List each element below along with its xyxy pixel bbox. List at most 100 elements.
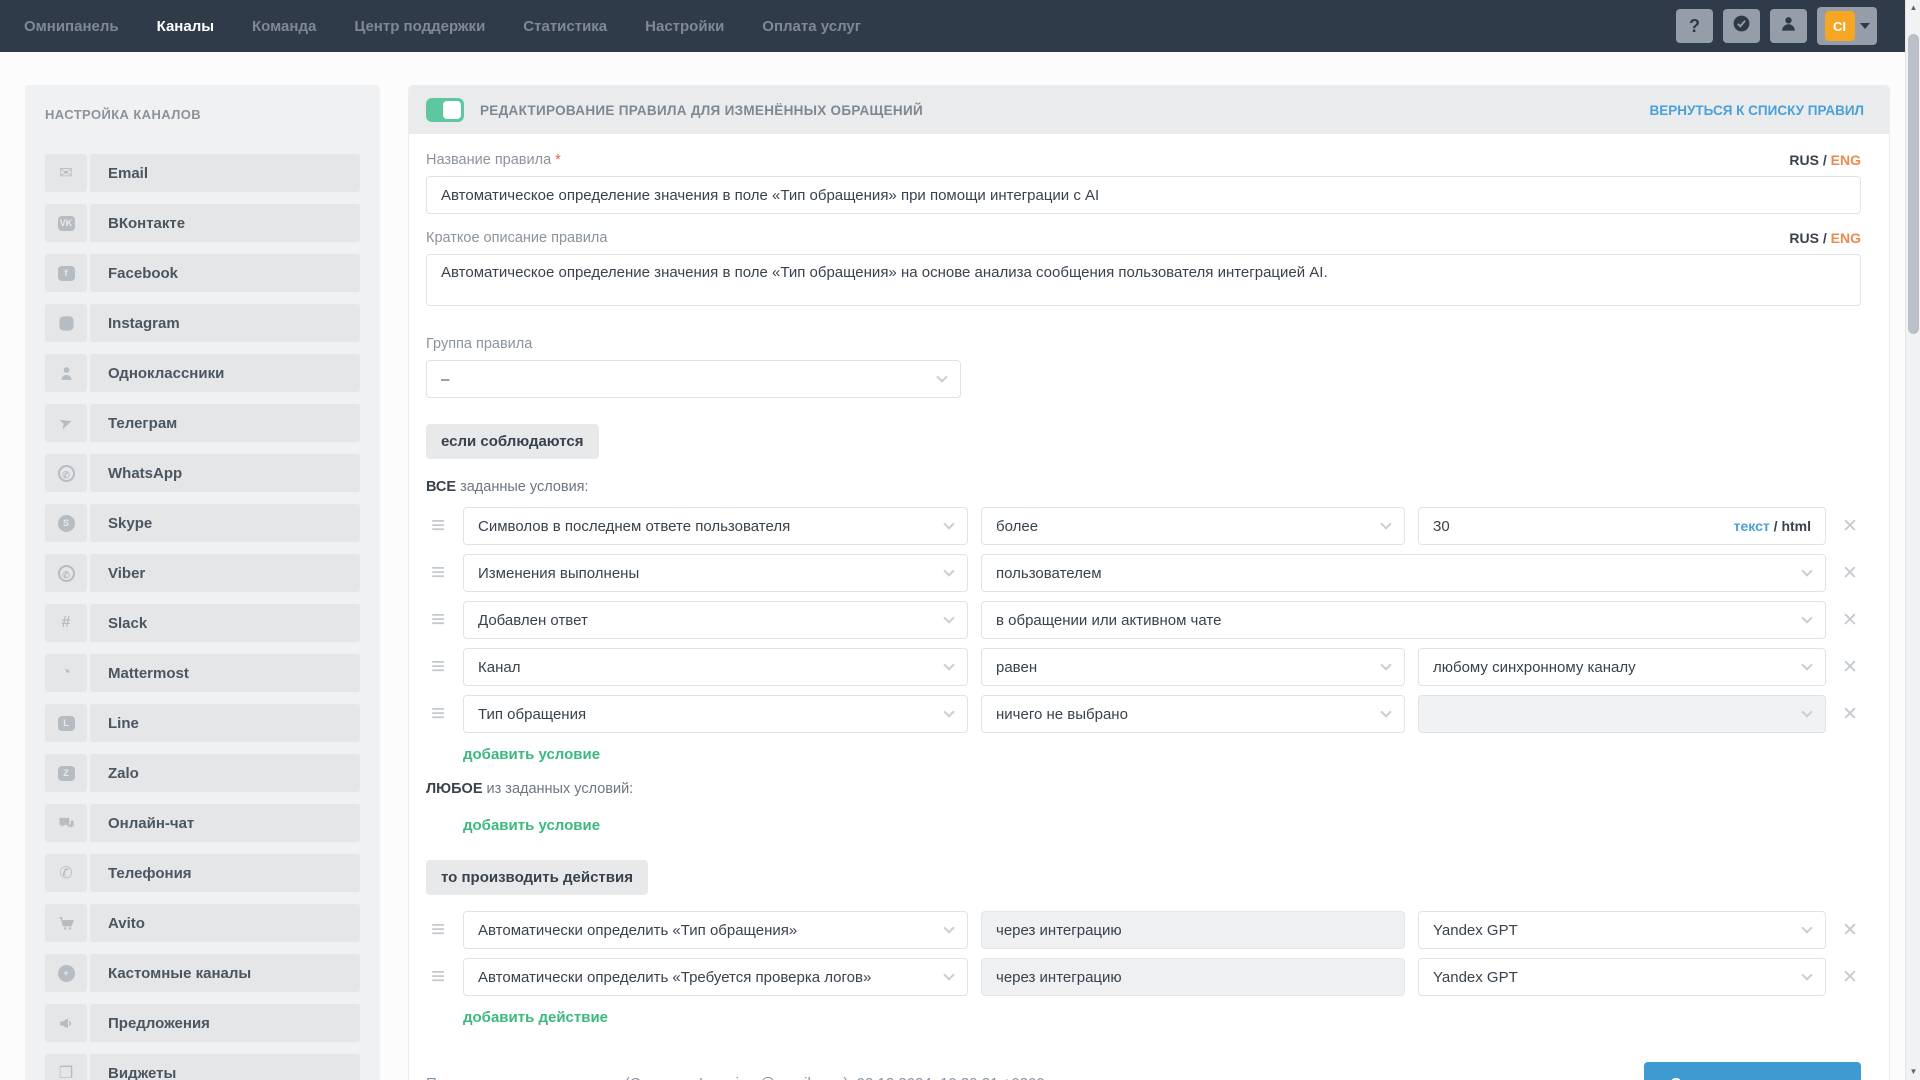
sidebar-item-zalo[interactable]: Z Zalo [45, 754, 360, 792]
lang-eng[interactable]: ENG [1831, 152, 1861, 168]
condition-operator-select[interactable]: в обращении или активном чате [981, 601, 1826, 639]
sidebar-item-facebook[interactable]: f Facebook [45, 254, 360, 292]
sidebar-item-widgets[interactable]: ❒ Виджеты [45, 1054, 360, 1080]
sidebar-item-whatsapp[interactable]: ✆ WhatsApp [45, 454, 360, 492]
rule-name-input[interactable]: Автоматическое определение значения в по… [426, 176, 1861, 214]
megaphone-icon [45, 1004, 87, 1042]
sidebar-item-telegram[interactable]: ➤ Телеграм [45, 404, 360, 442]
drag-handle-icon[interactable]: ≡ [426, 563, 450, 583]
drag-handle-icon[interactable]: ≡ [426, 516, 450, 536]
action-select[interactable]: Автоматически определить «Тип обращения» [463, 911, 968, 949]
sidebar-item-online-chat[interactable]: Онлайн-чат [45, 804, 360, 842]
remove-condition-button[interactable]: ✕ [1839, 515, 1861, 538]
help-button[interactable]: ? [1676, 9, 1713, 43]
channel-list: ✉ Email VK ВКонтакте f Facebook Instagra… [45, 154, 360, 1080]
nav-item-omnipanel[interactable]: Омнипанель [24, 18, 119, 35]
scroll-up-arrow[interactable]: ▲ [1906, 0, 1920, 16]
condition-field-select[interactable]: Добавлен ответ [463, 601, 968, 639]
condition-operator-select[interactable]: ничего не выбрано [981, 695, 1405, 733]
sidebar-item-odnoklassniki[interactable]: Одноклассники [45, 354, 360, 392]
condition-operator-select[interactable]: равен [981, 648, 1405, 686]
remove-action-button[interactable]: ✕ [1839, 966, 1861, 989]
cancel-link[interactable]: отменить [1546, 1075, 1616, 1080]
condition-operator-select[interactable]: пользователем [981, 554, 1826, 592]
sidebar-item-telephony[interactable]: ✆ Телефония [45, 854, 360, 892]
action-integration-select[interactable]: Yandex GPT [1418, 911, 1826, 949]
chevron-down-icon [1860, 23, 1870, 29]
scroll-down-arrow[interactable]: ▼ [1906, 1064, 1920, 1080]
condition-value-select[interactable]: любому синхронному каналу [1418, 648, 1826, 686]
rule-group-select[interactable]: – [426, 360, 961, 398]
remove-condition-button[interactable]: ✕ [1839, 656, 1861, 679]
condition-field-select[interactable]: Канал [463, 648, 968, 686]
sidebar-item-custom-channels[interactable]: + Кастомные каналы [45, 954, 360, 992]
viber-icon: ✆ [45, 554, 87, 592]
drag-handle-icon[interactable]: ≡ [426, 704, 450, 724]
chevron-down-icon [936, 371, 947, 382]
condition-field-select[interactable]: Тип обращения [463, 695, 968, 733]
remove-condition-button[interactable]: ✕ [1839, 609, 1861, 632]
verified-button[interactable] [1723, 9, 1760, 43]
rule-enabled-toggle[interactable] [426, 98, 464, 122]
nav-item-support-center[interactable]: Центр поддержки [354, 18, 485, 35]
scrollbar-thumb[interactable] [1908, 34, 1919, 334]
sidebar-item-label: Телефония [90, 854, 360, 892]
back-to-rules-link[interactable]: ВЕРНУТЬСЯ К СПИСКУ ПРАВИЛ [1649, 103, 1864, 118]
chevron-down-icon [1380, 659, 1391, 670]
drag-handle-icon[interactable]: ≡ [426, 920, 450, 940]
rule-description-input[interactable]: Автоматическое определение значения в по… [426, 254, 1861, 306]
remove-condition-button[interactable]: ✕ [1839, 562, 1861, 585]
user-button[interactable] [1770, 9, 1807, 43]
condition-field-select[interactable]: Изменения выполнены [463, 554, 968, 592]
sidebar-item-vkontakte[interactable]: VK ВКонтакте [45, 204, 360, 242]
sidebar-item-viber[interactable]: ✆ Viber [45, 554, 360, 592]
add-condition-link[interactable]: добавить условие [463, 746, 600, 763]
nav-item-settings[interactable]: Настройки [645, 18, 724, 35]
last-edited-text: Последнее редактирование (Carganov Ivan,… [426, 1075, 1045, 1080]
cart-icon [45, 904, 87, 942]
toggle-knob [443, 101, 461, 119]
sidebar-item-label: Viber [90, 554, 360, 592]
sidebar-item-skype[interactable]: S Skype [45, 504, 360, 542]
account-menu-button[interactable]: CI [1817, 7, 1877, 45]
nav-item-billing[interactable]: Оплата услуг [762, 18, 861, 35]
sidebar-item-line[interactable]: L Line [45, 704, 360, 742]
condition-row: ≡ Канал равен любому синхронному каналу … [426, 648, 1861, 686]
lang-eng[interactable]: ENG [1831, 230, 1861, 246]
condition-operator-select[interactable]: более [981, 507, 1405, 545]
remove-condition-button[interactable]: ✕ [1839, 703, 1861, 726]
condition-value-input[interactable]: 30текст / html [1418, 507, 1826, 545]
chevron-down-icon [1801, 706, 1812, 717]
action-method-field: через интеграцию [981, 911, 1405, 949]
zalo-icon: Z [45, 754, 87, 792]
page: Омнипанель Каналы Команда Центр поддержк… [0, 0, 1920, 1080]
mattermost-icon: ◔ [45, 654, 87, 692]
sidebar-item-avito[interactable]: Avito [45, 904, 360, 942]
sidebar-item-mattermost[interactable]: ◔ Mattermost [45, 654, 360, 692]
drag-handle-icon[interactable]: ≡ [426, 657, 450, 677]
save-button[interactable]: Сохранить изменения [1644, 1062, 1861, 1080]
add-condition-link[interactable]: добавить условие [463, 817, 600, 834]
nav-item-statistics[interactable]: Статистика [523, 18, 607, 35]
sidebar-item-label: Zalo [90, 754, 360, 792]
sidebar-item-label: Line [90, 704, 360, 742]
remove-action-button[interactable]: ✕ [1839, 919, 1861, 942]
sidebar-item-instagram[interactable]: Instagram [45, 304, 360, 342]
lang-rus[interactable]: RUS [1789, 230, 1819, 246]
value-mode-switch: текст / html [1734, 518, 1811, 534]
drag-handle-icon[interactable]: ≡ [426, 610, 450, 630]
sidebar-item-slack[interactable]: # Slack [45, 604, 360, 642]
action-select[interactable]: Автоматически определить «Требуется пров… [463, 958, 968, 996]
sidebar-item-email[interactable]: ✉ Email [45, 154, 360, 192]
add-action-link[interactable]: добавить действие [463, 1009, 608, 1026]
nav-item-channels[interactable]: Каналы [157, 18, 214, 35]
drag-handle-icon[interactable]: ≡ [426, 967, 450, 987]
sidebar-item-offers[interactable]: Предложения [45, 1004, 360, 1042]
text-mode-link[interactable]: текст [1734, 518, 1770, 534]
nav-item-team[interactable]: Команда [252, 18, 316, 35]
action-integration-select[interactable]: Yandex GPT [1418, 958, 1826, 996]
lang-rus[interactable]: RUS [1789, 152, 1819, 168]
cube-icon: ❒ [45, 1054, 87, 1080]
condition-field-select[interactable]: Символов в последнем ответе пользователя [463, 507, 968, 545]
sidebar-item-label: Предложения [90, 1004, 360, 1042]
